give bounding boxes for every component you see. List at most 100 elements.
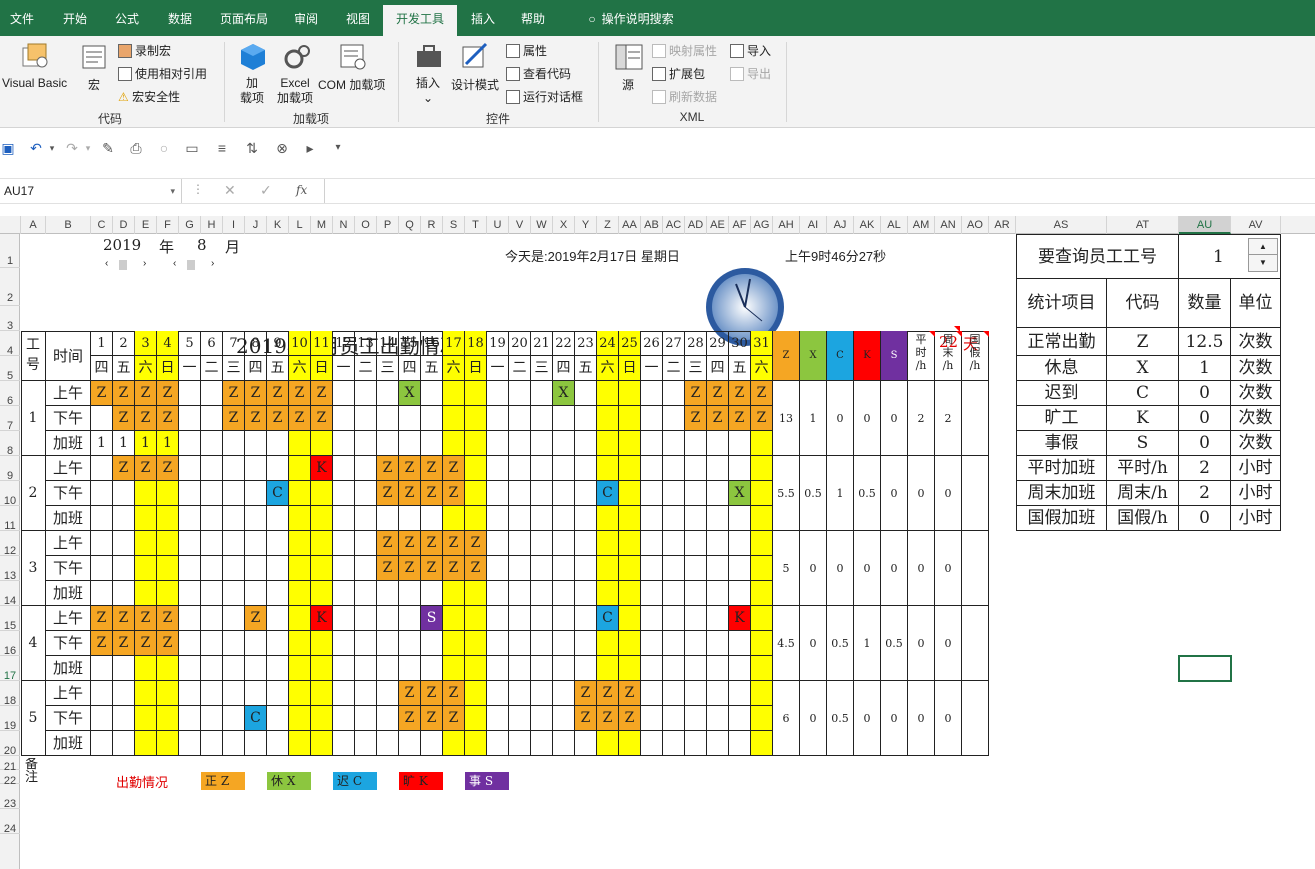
view-code-button[interactable]: 查看代码 [506, 65, 571, 82]
column-header-AU[interactable]: AU [1179, 216, 1231, 234]
attendance-cell[interactable] [377, 631, 399, 656]
attendance-cell[interactable] [201, 531, 223, 556]
attendance-cell[interactable]: Z [113, 631, 135, 656]
attendance-cell[interactable] [179, 506, 201, 531]
attendance-cell[interactable]: Z [135, 381, 157, 406]
attendance-cell[interactable] [553, 506, 575, 531]
attendance-cell[interactable] [289, 706, 311, 731]
column-header-A[interactable]: A [21, 216, 46, 234]
attendance-cell[interactable] [575, 656, 597, 681]
name-box[interactable]: AU17 ▾ [0, 179, 182, 203]
attendance-cell[interactable] [509, 631, 531, 656]
attendance-cell[interactable] [135, 581, 157, 606]
attendance-cell[interactable]: Z [223, 381, 245, 406]
attendance-cell[interactable] [113, 681, 135, 706]
attendance-cell[interactable] [421, 431, 443, 456]
tab-6[interactable]: 视图 [334, 0, 382, 36]
attendance-cell[interactable] [553, 606, 575, 631]
next-comment-icon[interactable]: ▸ [302, 140, 318, 156]
attendance-cell[interactable] [729, 631, 751, 656]
format-painter-icon[interactable]: ✎ [100, 140, 116, 156]
row-header-14[interactable]: 14 [0, 581, 20, 607]
attendance-cell[interactable]: 1 [135, 431, 157, 456]
attendance-cell[interactable]: Z [685, 381, 707, 406]
attendance-cell[interactable] [179, 381, 201, 406]
row-header-7[interactable]: 7 [0, 406, 20, 432]
attendance-cell[interactable] [487, 556, 509, 581]
attendance-cell[interactable]: Z [113, 381, 135, 406]
attendance-cell[interactable] [597, 406, 619, 431]
attendance-cell[interactable] [113, 506, 135, 531]
attendance-cell[interactable] [465, 506, 487, 531]
attendance-cell[interactable] [531, 656, 553, 681]
attendance-cell[interactable] [91, 556, 113, 581]
attendance-cell[interactable] [465, 581, 487, 606]
attendance-cell[interactable]: Z [157, 406, 179, 431]
attendance-cell[interactable] [707, 706, 729, 731]
attendance-cell[interactable] [553, 531, 575, 556]
attendance-cell[interactable] [707, 606, 729, 631]
attendance-cell[interactable] [91, 456, 113, 481]
column-header-V[interactable]: V [509, 216, 531, 234]
attendance-cell[interactable]: Z [157, 631, 179, 656]
attendance-cell[interactable] [333, 456, 355, 481]
attendance-cell[interactable]: K [729, 606, 751, 631]
attendance-cell[interactable] [377, 581, 399, 606]
column-header-I[interactable]: I [223, 216, 245, 234]
tab-10[interactable]: ○ 操作说明搜索 [566, 0, 696, 36]
visual-basic-button[interactable]: Visual Basic [2, 76, 67, 90]
attendance-cell[interactable] [289, 556, 311, 581]
tab-8[interactable]: 插入 [459, 0, 507, 36]
attendance-cell[interactable] [597, 531, 619, 556]
attendance-cell[interactable]: Z [377, 456, 399, 481]
query-spinner[interactable]: ▲ ▼ [1248, 238, 1278, 272]
attendance-cell[interactable] [685, 556, 707, 581]
attendance-cell[interactable] [751, 731, 773, 756]
attendance-cell[interactable] [289, 631, 311, 656]
attendance-cell[interactable] [663, 506, 685, 531]
attendance-cell[interactable] [509, 531, 531, 556]
attendance-cell[interactable] [289, 456, 311, 481]
save-icon[interactable]: ▣ [0, 140, 16, 156]
row-header-6[interactable]: 6 [0, 381, 20, 407]
attendance-cell[interactable]: Z [113, 456, 135, 481]
attendance-cell[interactable] [751, 581, 773, 606]
attendance-cell[interactable]: Z [399, 706, 421, 731]
attendance-cell[interactable] [641, 606, 663, 631]
attendance-cell[interactable]: Z [135, 631, 157, 656]
attendance-cell[interactable] [157, 556, 179, 581]
map-properties-button[interactable]: 映射属性 [652, 42, 717, 59]
attendance-cell[interactable] [509, 656, 531, 681]
attendance-cell[interactable] [619, 631, 641, 656]
attendance-cell[interactable] [531, 481, 553, 506]
column-header-U[interactable]: U [487, 216, 509, 234]
attendance-cell[interactable] [685, 456, 707, 481]
print-preview-icon[interactable]: ⎙ [128, 140, 144, 156]
attendance-cell[interactable] [245, 456, 267, 481]
attendance-cell[interactable] [223, 531, 245, 556]
attendance-cell[interactable] [553, 656, 575, 681]
column-header-T[interactable]: T [465, 216, 487, 234]
attendance-cell[interactable] [179, 431, 201, 456]
attendance-cell[interactable] [707, 656, 729, 681]
attendance-cell[interactable] [157, 581, 179, 606]
attendance-cell[interactable] [91, 406, 113, 431]
attendance-cell[interactable]: Z [399, 456, 421, 481]
attendance-cell[interactable] [751, 531, 773, 556]
attendance-cell[interactable] [487, 381, 509, 406]
attendance-cell[interactable] [113, 556, 135, 581]
attendance-cell[interactable] [135, 731, 157, 756]
attendance-cell[interactable] [575, 631, 597, 656]
attendance-cell[interactable] [443, 631, 465, 656]
attendance-cell[interactable] [289, 606, 311, 631]
attendance-cell[interactable] [333, 506, 355, 531]
attendance-cell[interactable]: Z [751, 381, 773, 406]
attendance-cell[interactable] [355, 456, 377, 481]
attendance-cell[interactable] [223, 731, 245, 756]
attendance-cell[interactable] [113, 581, 135, 606]
attendance-cell[interactable] [641, 706, 663, 731]
attendance-cell[interactable] [289, 681, 311, 706]
attendance-cell[interactable] [641, 531, 663, 556]
attendance-cell[interactable] [311, 731, 333, 756]
column-header-N[interactable]: N [333, 216, 355, 234]
